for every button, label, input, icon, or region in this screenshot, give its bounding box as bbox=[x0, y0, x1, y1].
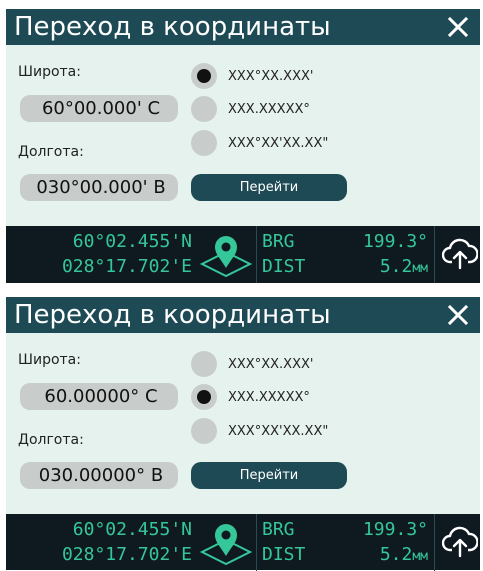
longitude-label: Долгота: bbox=[18, 432, 84, 448]
format-option-dmm[interactable]: XXX°XX.XXX' bbox=[191, 350, 401, 378]
format-option-label: XXX°XX.XXX' bbox=[228, 356, 314, 372]
close-button[interactable] bbox=[436, 297, 480, 333]
format-option-dmm[interactable]: XXX°XX.XXX' bbox=[191, 62, 401, 90]
status-bar: 60°02.455'N 028°17.702'E BRG DIST 199.3°… bbox=[6, 226, 480, 283]
radio-button[interactable] bbox=[191, 96, 217, 122]
radio-button[interactable] bbox=[191, 63, 217, 89]
current-latitude: 60°02.455'N bbox=[72, 231, 192, 252]
format-option-label: XXX.XXXXX° bbox=[228, 389, 310, 405]
longitude-field[interactable]: 030.00000° В bbox=[20, 462, 178, 489]
latitude-label: Широта: bbox=[18, 64, 81, 80]
latitude-field[interactable]: 60.00000° С bbox=[20, 383, 178, 410]
bearing-label: BRG bbox=[262, 519, 295, 540]
radio-button[interactable] bbox=[191, 384, 217, 410]
radio-button[interactable] bbox=[191, 418, 217, 444]
distance-number: 5.2 bbox=[379, 544, 413, 565]
distance-label: DIST bbox=[262, 256, 306, 277]
cloud-upload-icon[interactable] bbox=[442, 526, 478, 558]
format-option-label: XXX°XX'XX.XX" bbox=[228, 135, 329, 151]
format-option-label: XXX°XX'XX.XX" bbox=[228, 423, 329, 439]
close-icon bbox=[447, 16, 469, 38]
radio-button[interactable] bbox=[191, 130, 217, 156]
distance-value: 5.2мм bbox=[380, 545, 428, 567]
longitude-field[interactable]: 030°00.000' В bbox=[20, 174, 178, 201]
status-divider bbox=[434, 226, 435, 283]
bearing-label: BRG bbox=[262, 231, 295, 252]
dialog-title: Переход в координаты bbox=[14, 300, 331, 330]
goto-coordinates-dialog: Переход в координаты Широта: 60.00000° С… bbox=[6, 297, 480, 571]
status-bar: 60°02.455'N 028°17.702'E BRG DIST 199.3°… bbox=[6, 514, 480, 571]
latitude-field[interactable]: 60°00.000' С bbox=[20, 95, 178, 122]
dialog-title: Переход в координаты bbox=[14, 12, 331, 42]
distance-number: 5.2 bbox=[379, 256, 413, 277]
current-latitude: 60°02.455'N bbox=[72, 519, 192, 540]
goto-coordinates-dialog: Переход в координаты Широта: 60°00.000' … bbox=[6, 9, 480, 283]
distance-unit: мм bbox=[412, 549, 428, 564]
current-longitude: 028°17.702'E bbox=[61, 256, 192, 277]
latitude-label: Широта: bbox=[18, 352, 81, 368]
title-bar: Переход в координаты bbox=[6, 297, 480, 333]
format-option-label: XXX.XXXXX° bbox=[228, 101, 310, 117]
go-button[interactable]: Перейти bbox=[191, 174, 347, 201]
cloud-upload-icon[interactable] bbox=[442, 238, 478, 270]
format-option-dms[interactable]: XXX°XX'XX.XX" bbox=[191, 417, 401, 445]
bearing-value: 199.3° bbox=[362, 231, 428, 252]
location-pin-icon[interactable] bbox=[200, 230, 252, 278]
distance-value: 5.2мм bbox=[380, 257, 428, 279]
status-divider bbox=[256, 514, 257, 571]
go-button[interactable]: Перейти bbox=[191, 462, 347, 489]
close-icon bbox=[447, 304, 469, 326]
distance-label: DIST bbox=[262, 544, 306, 565]
bearing-value: 199.3° bbox=[362, 519, 428, 540]
title-bar: Переход в координаты bbox=[6, 9, 480, 45]
current-longitude: 028°17.702'E bbox=[61, 544, 192, 565]
format-option-dms[interactable]: XXX°XX'XX.XX" bbox=[191, 129, 401, 157]
longitude-label: Долгота: bbox=[18, 144, 84, 160]
radio-button[interactable] bbox=[191, 351, 217, 377]
distance-unit: мм bbox=[412, 261, 428, 276]
format-option-label: XXX°XX.XXX' bbox=[228, 68, 314, 84]
format-option-dd[interactable]: XXX.XXXXX° bbox=[191, 383, 401, 411]
status-divider bbox=[434, 514, 435, 571]
location-pin-icon[interactable] bbox=[200, 518, 252, 566]
format-option-dd[interactable]: XXX.XXXXX° bbox=[191, 95, 401, 123]
close-button[interactable] bbox=[436, 9, 480, 45]
status-divider bbox=[256, 226, 257, 283]
